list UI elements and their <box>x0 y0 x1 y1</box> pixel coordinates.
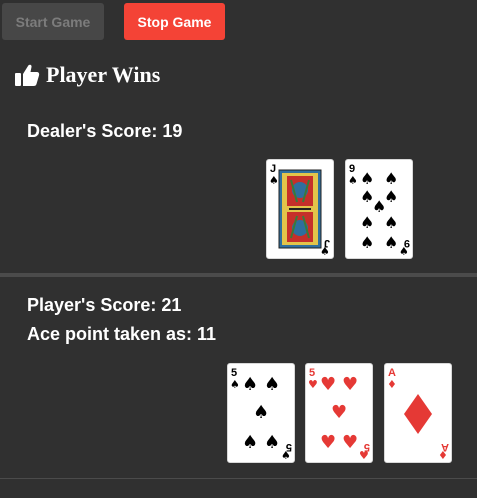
svg-text:♠: ♠ <box>230 378 240 391</box>
start-game-button[interactable]: Start Game <box>2 3 104 40</box>
player-score: Player's Score: 21 <box>27 295 182 315</box>
svg-text:♠: ♠ <box>360 169 374 188</box>
svg-text:♠: ♠ <box>384 233 398 252</box>
svg-text:5: 5 <box>286 441 292 453</box>
card-five-of-hearts: 5 ♥ ♥ ♥ ♥ ♥ ♥ ♥ 5 <box>305 363 373 463</box>
svg-text:♥: ♥ <box>308 378 318 391</box>
bottom-divider <box>0 478 477 479</box>
svg-text:♠: ♠ <box>269 174 279 187</box>
hand-divider <box>0 273 477 277</box>
svg-text:♠: ♠ <box>384 213 398 232</box>
thumbs-up-icon <box>15 64 40 86</box>
card-jack-of-spades: J ♠ J ♠ <box>266 159 334 259</box>
svg-text:♦: ♦ <box>387 378 397 391</box>
svg-text:9: 9 <box>404 237 410 249</box>
svg-text:♠: ♠ <box>264 374 280 395</box>
ace-point-info: Ace point taken as: 11 <box>27 324 217 344</box>
svg-text:A: A <box>441 441 449 453</box>
svg-text:♠: ♠ <box>360 213 374 232</box>
stop-game-button[interactable]: Stop Game <box>124 3 225 40</box>
card-nine-of-spades: 9 ♠ ♠ ♠ ♠ ♠ ♠ ♠ ♠ ♠ ♠ ♠ 9 <box>345 159 413 259</box>
svg-text:♠: ♠ <box>360 233 374 252</box>
card-five-of-spades: 5 ♠ ♠ ♠ ♠ ♠ ♠ ♠ 5 <box>227 363 295 463</box>
svg-text:♥: ♥ <box>342 432 358 453</box>
card-ace-of-diamonds: A ♦ ♦ A <box>384 363 452 463</box>
game-result: Player Wins <box>14 60 160 90</box>
svg-text:♥: ♥ <box>320 432 336 453</box>
result-text: Player Wins <box>46 62 161 87</box>
svg-text:♠: ♠ <box>264 432 280 453</box>
svg-text:♥: ♥ <box>331 402 347 423</box>
svg-text:♠: ♠ <box>320 245 330 258</box>
svg-text:♠: ♠ <box>384 169 398 188</box>
dealer-score: Dealer's Score: 19 <box>27 121 183 141</box>
svg-text:♥: ♥ <box>320 374 336 395</box>
svg-text:♠: ♠ <box>348 174 358 187</box>
svg-text:♠: ♠ <box>253 402 269 423</box>
svg-text:♥: ♥ <box>342 374 358 395</box>
svg-text:♠: ♠ <box>242 374 258 395</box>
toolbar: Start Game Stop Game <box>0 0 477 44</box>
svg-text:5: 5 <box>364 441 370 453</box>
svg-text:♠: ♠ <box>242 432 258 453</box>
